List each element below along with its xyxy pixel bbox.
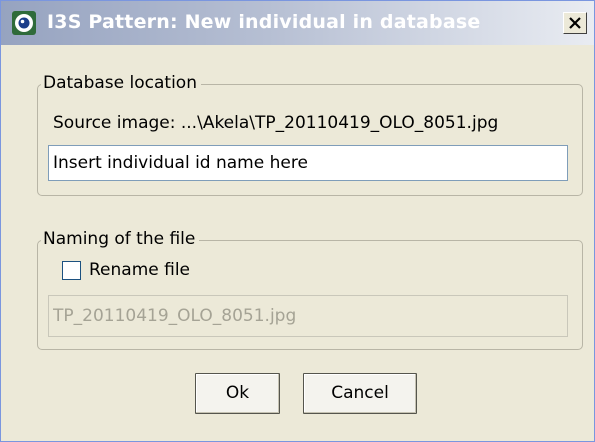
ok-button[interactable]: Ok <box>195 373 280 414</box>
close-button[interactable] <box>563 12 587 34</box>
naming-group-label: Naming of the file <box>41 229 200 249</box>
app-icon <box>11 10 37 36</box>
title-bar[interactable]: I3S Pattern: New individual in database <box>1 1 594 45</box>
rename-file-checkbox[interactable] <box>62 261 81 280</box>
cancel-button[interactable]: Cancel <box>303 373 417 414</box>
dialog-window: I3S Pattern: New individual in database … <box>0 0 595 442</box>
rename-file-label[interactable]: Rename file <box>89 260 190 280</box>
filename-field <box>48 295 568 337</box>
individual-id-input[interactable] <box>48 145 568 181</box>
database-location-label: Database location <box>41 73 201 93</box>
window-title: I3S Pattern: New individual in database <box>47 11 481 33</box>
source-image-text: Source image: ...\Akela\TP_20110419_OLO_… <box>53 113 499 133</box>
